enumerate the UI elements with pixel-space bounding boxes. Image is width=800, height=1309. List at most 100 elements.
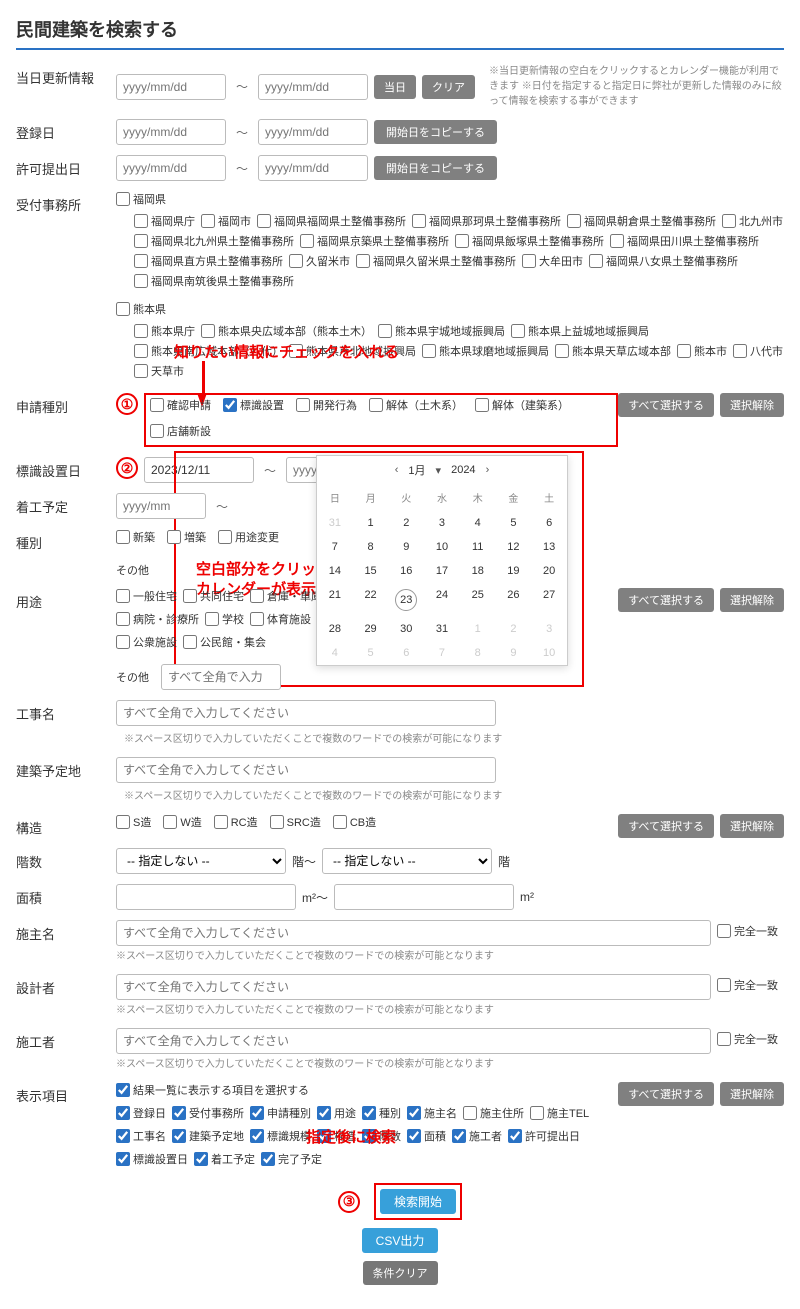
cb-item[interactable] bbox=[183, 589, 197, 603]
btn-all-apptype[interactable]: すべて選択する bbox=[618, 393, 714, 417]
cb-item[interactable] bbox=[116, 815, 130, 829]
update-to[interactable] bbox=[258, 74, 368, 100]
designer-input[interactable] bbox=[116, 974, 711, 1000]
cb-item[interactable] bbox=[567, 214, 581, 228]
cal-day[interactable]: 28 bbox=[317, 617, 353, 641]
cb-item[interactable] bbox=[257, 214, 271, 228]
cal-day[interactable]: 25 bbox=[460, 583, 496, 617]
cb-item[interactable] bbox=[733, 344, 747, 358]
cb-item[interactable] bbox=[589, 254, 603, 268]
cb-item[interactable] bbox=[407, 1106, 421, 1120]
cb-builder-exact[interactable] bbox=[717, 1032, 731, 1046]
cal-day[interactable]: 2 bbox=[388, 511, 424, 535]
cb-item[interactable] bbox=[422, 344, 436, 358]
cb-item[interactable] bbox=[116, 530, 130, 544]
cal-day[interactable]: 29 bbox=[353, 617, 389, 641]
cal-day[interactable]: 13 bbox=[531, 535, 567, 559]
cal-day[interactable]: 9 bbox=[496, 641, 532, 665]
cb-item[interactable] bbox=[201, 214, 215, 228]
cal-next-icon[interactable]: › bbox=[486, 464, 490, 476]
cb-disp-note[interactable] bbox=[116, 1083, 130, 1097]
cal-day[interactable]: 17 bbox=[424, 559, 460, 583]
cb-item[interactable] bbox=[455, 234, 469, 248]
btn-clear[interactable]: クリア bbox=[422, 75, 475, 99]
cb-item[interactable] bbox=[116, 1129, 130, 1143]
cb-item[interactable] bbox=[218, 530, 232, 544]
cal-day[interactable]: 11 bbox=[460, 535, 496, 559]
btn-none-struct[interactable]: 選択解除 bbox=[720, 814, 784, 838]
cal-day[interactable]: 2 bbox=[496, 617, 532, 641]
cb-item[interactable] bbox=[362, 1106, 376, 1120]
cb-item[interactable] bbox=[134, 254, 148, 268]
cal-day[interactable]: 8 bbox=[353, 535, 389, 559]
use-other[interactable] bbox=[161, 664, 281, 690]
signdate-from[interactable] bbox=[144, 457, 254, 483]
cb-item[interactable] bbox=[172, 1129, 186, 1143]
cal-day[interactable]: 4 bbox=[317, 641, 353, 665]
cb-item[interactable] bbox=[116, 1152, 130, 1166]
cal-day[interactable]: 5 bbox=[496, 511, 532, 535]
site-input[interactable] bbox=[116, 757, 496, 783]
cb-item[interactable] bbox=[378, 324, 392, 338]
cal-day[interactable]: 5 bbox=[353, 641, 389, 665]
cb-item[interactable] bbox=[250, 612, 264, 626]
cal-day[interactable]: 31 bbox=[317, 511, 353, 535]
cb-item[interactable] bbox=[250, 1129, 264, 1143]
regdate-from[interactable] bbox=[116, 119, 226, 145]
owner-input[interactable] bbox=[116, 920, 711, 946]
cal-day[interactable]: 15 bbox=[353, 559, 389, 583]
cal-day[interactable]: 23 bbox=[388, 583, 424, 617]
cb-item[interactable] bbox=[407, 1129, 421, 1143]
cal-day[interactable]: 7 bbox=[424, 641, 460, 665]
cal-day[interactable]: 12 bbox=[496, 535, 532, 559]
cal-day[interactable]: 14 bbox=[317, 559, 353, 583]
btn-all-use[interactable]: すべて選択する bbox=[618, 588, 714, 612]
cb-item[interactable] bbox=[289, 254, 303, 268]
cb-item[interactable] bbox=[412, 214, 426, 228]
cal-day[interactable]: 26 bbox=[496, 583, 532, 617]
cb-item[interactable] bbox=[530, 1106, 544, 1120]
cb-item[interactable] bbox=[452, 1129, 466, 1143]
cb-item[interactable] bbox=[508, 1129, 522, 1143]
cal-day[interactable]: 18 bbox=[460, 559, 496, 583]
cb-item[interactable] bbox=[261, 1152, 275, 1166]
cb-designer-exact[interactable] bbox=[717, 978, 731, 992]
permit-to[interactable] bbox=[258, 155, 368, 181]
area-to[interactable] bbox=[334, 884, 514, 910]
btn-all-struct[interactable]: すべて選択する bbox=[618, 814, 714, 838]
cb-item[interactable] bbox=[223, 398, 237, 412]
btn-copy-permit[interactable]: 開始日をコピーする bbox=[374, 156, 497, 180]
cal-day[interactable]: 22 bbox=[353, 583, 389, 617]
cb-item[interactable] bbox=[163, 815, 177, 829]
cb-item[interactable] bbox=[475, 398, 489, 412]
cb-item[interactable] bbox=[205, 612, 219, 626]
cb-item[interactable] bbox=[116, 635, 130, 649]
btn-copy-regdate[interactable]: 開始日をコピーする bbox=[374, 120, 497, 144]
btn-search[interactable]: 検索開始 bbox=[380, 1189, 456, 1214]
cal-day[interactable]: 31 bbox=[424, 617, 460, 641]
regdate-to[interactable] bbox=[258, 119, 368, 145]
cb-item[interactable] bbox=[201, 324, 215, 338]
calendar-popup[interactable]: ‹ 1月 ▾ 2024 › 日月火水木金土3112345678910111213… bbox=[316, 455, 568, 666]
area-from[interactable] bbox=[116, 884, 296, 910]
cb-item[interactable] bbox=[214, 815, 228, 829]
builder-input[interactable] bbox=[116, 1028, 711, 1054]
cb-fukuoka[interactable] bbox=[116, 192, 130, 206]
cal-day[interactable]: 27 bbox=[531, 583, 567, 617]
cb-item[interactable] bbox=[722, 214, 736, 228]
cal-day[interactable]: 19 bbox=[496, 559, 532, 583]
btn-none-disp[interactable]: 選択解除 bbox=[720, 1082, 784, 1106]
cb-item[interactable] bbox=[250, 589, 264, 603]
cal-day[interactable]: 4 bbox=[460, 511, 496, 535]
cb-item[interactable] bbox=[167, 530, 181, 544]
cal-day[interactable]: 10 bbox=[424, 535, 460, 559]
cb-item[interactable] bbox=[522, 254, 536, 268]
cb-kumamoto[interactable] bbox=[116, 302, 130, 316]
cb-item[interactable] bbox=[134, 214, 148, 228]
btn-clear-cond[interactable]: 条件クリア bbox=[363, 1261, 438, 1285]
cb-item[interactable] bbox=[250, 1106, 264, 1120]
cal-day[interactable]: 6 bbox=[388, 641, 424, 665]
cal-day[interactable]: 21 bbox=[317, 583, 353, 617]
cb-item[interactable] bbox=[134, 274, 148, 288]
cal-day[interactable]: 20 bbox=[531, 559, 567, 583]
